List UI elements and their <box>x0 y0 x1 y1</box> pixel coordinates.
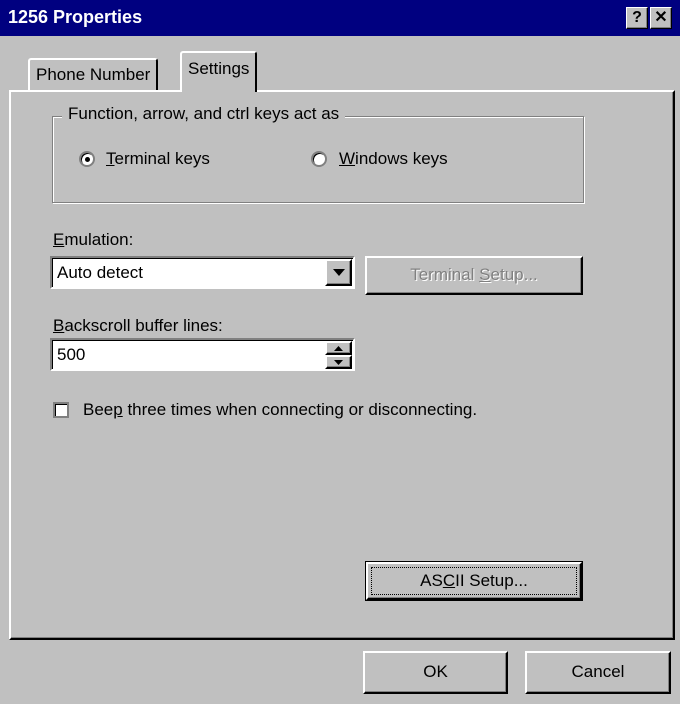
ok-button[interactable]: OK <box>363 651 508 694</box>
tab-label: Phone Number <box>36 65 151 84</box>
tab-phone-number[interactable]: Phone Number <box>28 58 159 90</box>
label-rest: erminal keys <box>114 149 210 168</box>
chevron-down-icon <box>333 269 345 276</box>
spinner-down-button[interactable] <box>325 355 352 369</box>
radio-selected-dot <box>85 157 90 162</box>
mnemonic: T <box>106 149 115 168</box>
backscroll-input[interactable]: 500 <box>50 338 355 371</box>
mnemonic: W <box>339 149 356 168</box>
tab-settings[interactable]: Settings <box>180 51 258 92</box>
window-title: 1256 Properties <box>8 7 143 27</box>
mnemonic: p <box>113 400 123 419</box>
terminal-setup-button[interactable]: Terminal Setup... <box>365 256 583 295</box>
tab-label: Settings <box>188 59 250 78</box>
keys-group-label: Function, arrow, and ctrl keys act as <box>62 104 346 124</box>
ok-label: OK <box>423 662 448 681</box>
terminal-setup-label: Terminal Setup... <box>410 265 538 284</box>
label-rest: etup... <box>490 265 538 284</box>
emulation-select[interactable]: Auto detect <box>50 256 355 289</box>
backscroll-label: Backscroll buffer lines: <box>53 316 223 336</box>
ascii-setup-button[interactable]: ASCII Setup... <box>365 561 583 601</box>
mnemonic: E <box>53 230 65 249</box>
beep-label[interactable]: Beep three times when connecting or disc… <box>83 400 477 420</box>
terminal-keys-label[interactable]: Terminal keys <box>106 149 210 169</box>
emulation-label: Emulation: <box>53 230 133 250</box>
windows-keys-label[interactable]: Windows keys <box>339 149 448 169</box>
mnemonic: S <box>479 265 491 284</box>
arrow-up-icon <box>334 346 343 351</box>
label-rest: three times when connecting or disconnec… <box>122 400 478 419</box>
help-button[interactable]: ? <box>626 7 648 29</box>
cancel-label: Cancel <box>571 662 625 681</box>
title-bar[interactable]: 1256 Properties ? ✕ <box>0 0 680 36</box>
label-rest: indows keys <box>355 149 448 168</box>
beep-checkbox[interactable] <box>53 402 69 418</box>
cancel-button[interactable]: Cancel <box>525 651 671 694</box>
focus-rect: ASCII Setup... <box>371 567 577 595</box>
emulation-dropdown-button[interactable] <box>325 259 352 286</box>
terminal-keys-radio[interactable] <box>79 151 95 167</box>
emulation-value: Auto detect <box>57 263 144 282</box>
mnemonic: C <box>442 571 456 590</box>
label-prefix: Bee <box>83 400 114 419</box>
label-rest: ackscroll buffer lines: <box>64 316 223 335</box>
arrow-down-icon <box>334 360 343 365</box>
mnemonic: B <box>53 316 65 335</box>
label-rest: II Setup... <box>455 571 528 590</box>
backscroll-value: 500 <box>57 345 86 364</box>
close-icon: ✕ <box>654 9 668 26</box>
label-prefix: Terminal <box>410 265 480 284</box>
label-rest: mulation: <box>64 230 134 249</box>
help-icon: ? <box>632 9 642 26</box>
windows-keys-radio[interactable] <box>311 151 327 167</box>
close-button[interactable]: ✕ <box>650 7 672 29</box>
spinner-up-button[interactable] <box>325 341 352 355</box>
label-prefix: AS <box>420 571 443 590</box>
